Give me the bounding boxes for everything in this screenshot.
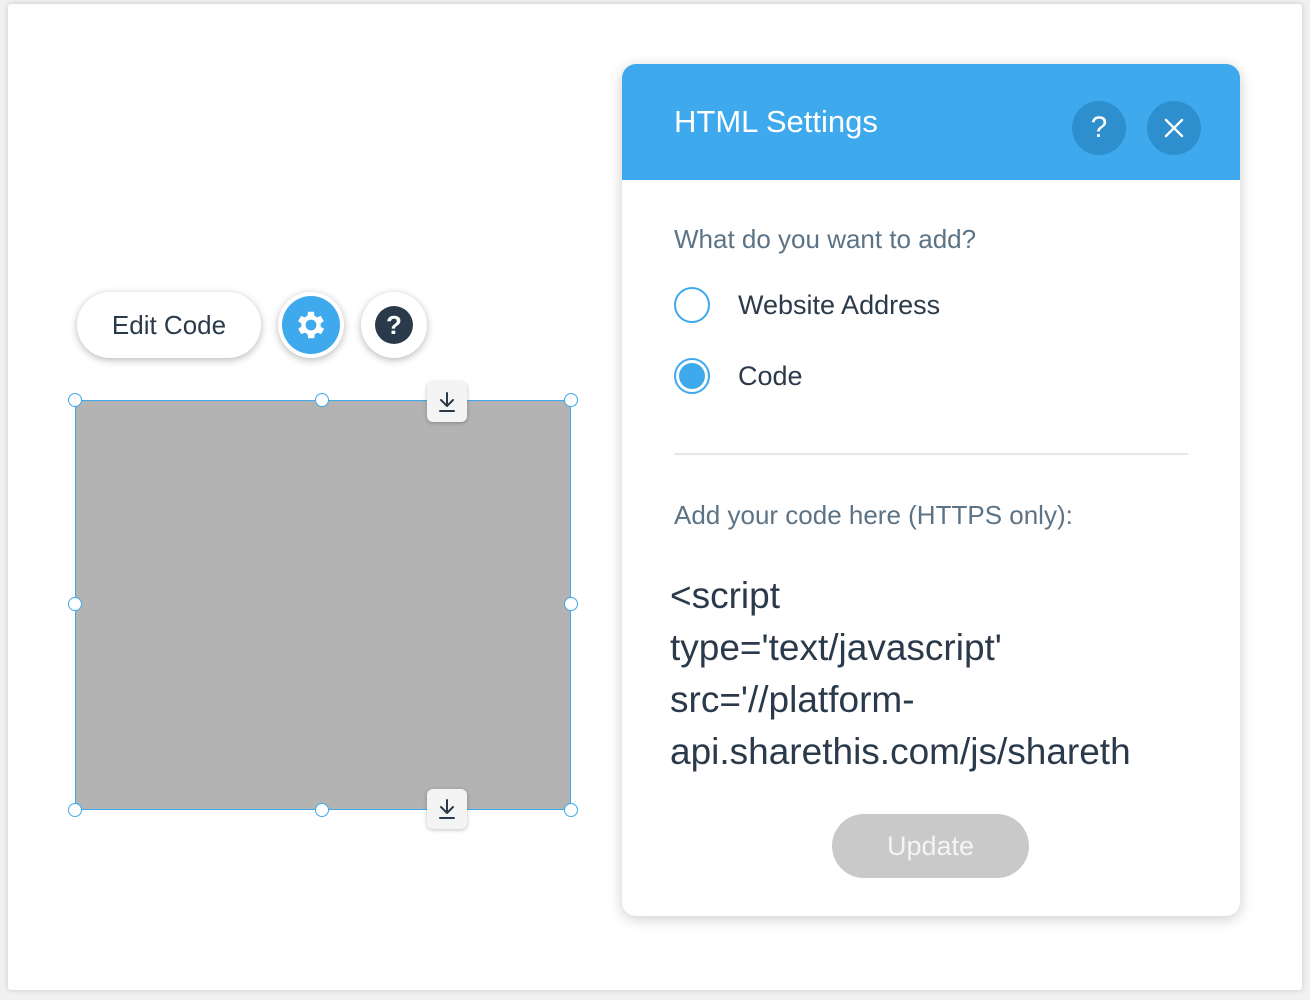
settings-button[interactable]: [278, 292, 344, 358]
option-website-address[interactable]: Website Address: [674, 287, 940, 323]
edit-code-button[interactable]: Edit Code: [77, 292, 261, 358]
anchor-bottom-button[interactable]: [427, 789, 467, 829]
resize-handle-top-right[interactable]: [564, 393, 578, 407]
download-icon: [439, 799, 455, 819]
question-icon: ?: [1090, 111, 1108, 144]
question-icon: ?: [375, 306, 413, 344]
resize-handle-right[interactable]: [564, 597, 578, 611]
download-icon: [439, 392, 455, 412]
gear-icon: [282, 296, 340, 354]
radio-website-address[interactable]: [674, 287, 710, 323]
code-input[interactable]: <script type='text/javascript' src='//pl…: [670, 570, 1210, 780]
content-type-question: What do you want to add?: [674, 224, 977, 254]
resize-handle-left[interactable]: [68, 597, 82, 611]
option-label: Code: [738, 360, 803, 391]
anchor-top-button[interactable]: [427, 382, 467, 422]
close-icon: [1164, 118, 1184, 138]
resize-handle-top-left[interactable]: [68, 393, 82, 407]
html-element[interactable]: [75, 400, 571, 810]
help-button[interactable]: ?: [361, 292, 427, 358]
option-label: Website Address: [738, 289, 941, 320]
panel-title: HTML Settings: [674, 104, 878, 139]
resize-handle-bottom-left[interactable]: [68, 803, 82, 817]
divider: [674, 453, 1188, 455]
resize-handle-bottom-right[interactable]: [564, 803, 578, 817]
panel-close-button[interactable]: [1147, 101, 1201, 155]
radio-code[interactable]: [674, 358, 710, 394]
resize-handle-top[interactable]: [315, 393, 329, 407]
option-code[interactable]: Code: [674, 358, 803, 394]
panel-help-button[interactable]: ?: [1072, 101, 1126, 155]
panel-header: HTML Settings ?: [622, 64, 1240, 180]
update-button[interactable]: Update: [832, 814, 1029, 878]
code-field-label: Add your code here (HTTPS only):: [674, 500, 1073, 530]
resize-handle-bottom[interactable]: [315, 803, 329, 817]
html-settings-panel: HTML Settings ? What do you want to add?…: [622, 64, 1240, 916]
